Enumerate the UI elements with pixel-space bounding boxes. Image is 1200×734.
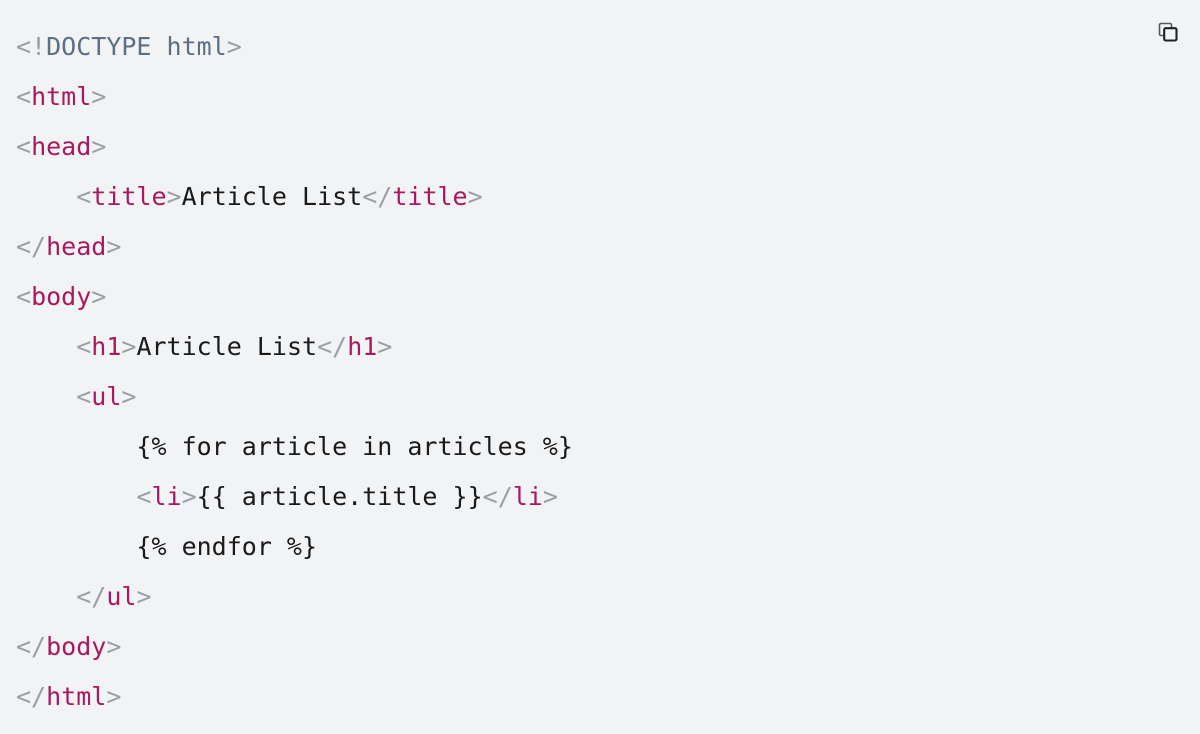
code-token-tpl: {% endfor %} bbox=[136, 532, 318, 561]
code-token-tag: head bbox=[46, 232, 107, 261]
code-token-punct: </ bbox=[482, 482, 513, 511]
code-token-punct: > bbox=[377, 332, 393, 361]
code-token-punct: < bbox=[136, 482, 152, 511]
code-token-tag: h1 bbox=[347, 332, 378, 361]
code-token-tag: li bbox=[512, 482, 543, 511]
code-line: <!DOCTYPE html> bbox=[16, 22, 1200, 72]
code-token-tag: h1 bbox=[91, 332, 122, 361]
code-token-punct: > bbox=[136, 582, 152, 611]
code-token-tag: body bbox=[46, 632, 107, 661]
code-token-punct: </ bbox=[16, 232, 47, 261]
code-token-tag: ul bbox=[106, 582, 137, 611]
code-token-tag: li bbox=[151, 482, 182, 511]
code-token-punct: > bbox=[467, 182, 483, 211]
code-token-tag: title bbox=[392, 182, 468, 211]
code-token-tag: title bbox=[91, 182, 167, 211]
code-token-punct: > bbox=[91, 82, 107, 111]
code-token-punct: > bbox=[166, 182, 182, 211]
code-token-tag: ul bbox=[91, 382, 122, 411]
code-token-punct: </ bbox=[76, 582, 107, 611]
code-token-punct: < bbox=[16, 282, 32, 311]
code-token-punct: </ bbox=[317, 332, 348, 361]
code-token-tag: body bbox=[31, 282, 92, 311]
code-token-text: Article List bbox=[136, 332, 318, 361]
code-line: <head> bbox=[16, 122, 1200, 172]
code-token-punct: < bbox=[16, 132, 32, 161]
code-line: {% for article in articles %} bbox=[16, 422, 1200, 472]
code-token-punct: > bbox=[106, 232, 122, 261]
code-token-punct: > bbox=[121, 382, 137, 411]
code-token-punct: > bbox=[181, 482, 197, 511]
code-line: <ul> bbox=[16, 372, 1200, 422]
code-line: </head> bbox=[16, 222, 1200, 272]
code-line: <title>Article List</title> bbox=[16, 172, 1200, 222]
code-token-punct: <! bbox=[16, 32, 47, 61]
code-token-punct: </ bbox=[16, 682, 47, 711]
code-token-punct: > bbox=[542, 482, 558, 511]
code-token-punct: < bbox=[76, 182, 92, 211]
code-line: {% endfor %} bbox=[16, 522, 1200, 572]
code-token-tpl: {% for article in articles %} bbox=[136, 432, 573, 461]
code-token-punct: < bbox=[76, 332, 92, 361]
code-line: <html> bbox=[16, 72, 1200, 122]
code-line: <body> bbox=[16, 272, 1200, 322]
code-token-punct: > bbox=[106, 682, 122, 711]
code-line: </html> bbox=[16, 672, 1200, 722]
code-block: <!DOCTYPE html> <html> <head> <title>Artic… bbox=[0, 0, 1200, 734]
code-token-punct: > bbox=[91, 132, 107, 161]
code-line: <h1>Article List</h1> bbox=[16, 322, 1200, 372]
code-token-tag: head bbox=[31, 132, 92, 161]
code-token-tag: html bbox=[31, 82, 92, 111]
code-token-punct: > bbox=[106, 632, 122, 661]
code-token-punct: < bbox=[16, 82, 32, 111]
code-line: <li>{{ article.title }}</li> bbox=[16, 472, 1200, 522]
code-token-punct: > bbox=[121, 332, 137, 361]
code-token-punct: > bbox=[226, 32, 242, 61]
code-token-doctype: DOCTYPE html bbox=[46, 32, 227, 61]
code-token-punct: > bbox=[91, 282, 107, 311]
code-token-text: Article List bbox=[181, 182, 363, 211]
code-token-punct: </ bbox=[362, 182, 393, 211]
code-line: </body> bbox=[16, 622, 1200, 672]
code-token-punct: < bbox=[76, 382, 92, 411]
code-listing: <!DOCTYPE html> <html> <head> <title>Artic… bbox=[16, 22, 1200, 722]
code-token-tag: html bbox=[46, 682, 107, 711]
code-token-punct: </ bbox=[16, 632, 47, 661]
code-line: </ul> bbox=[16, 572, 1200, 622]
code-token-tpl: {{ article.title }} bbox=[196, 482, 483, 511]
